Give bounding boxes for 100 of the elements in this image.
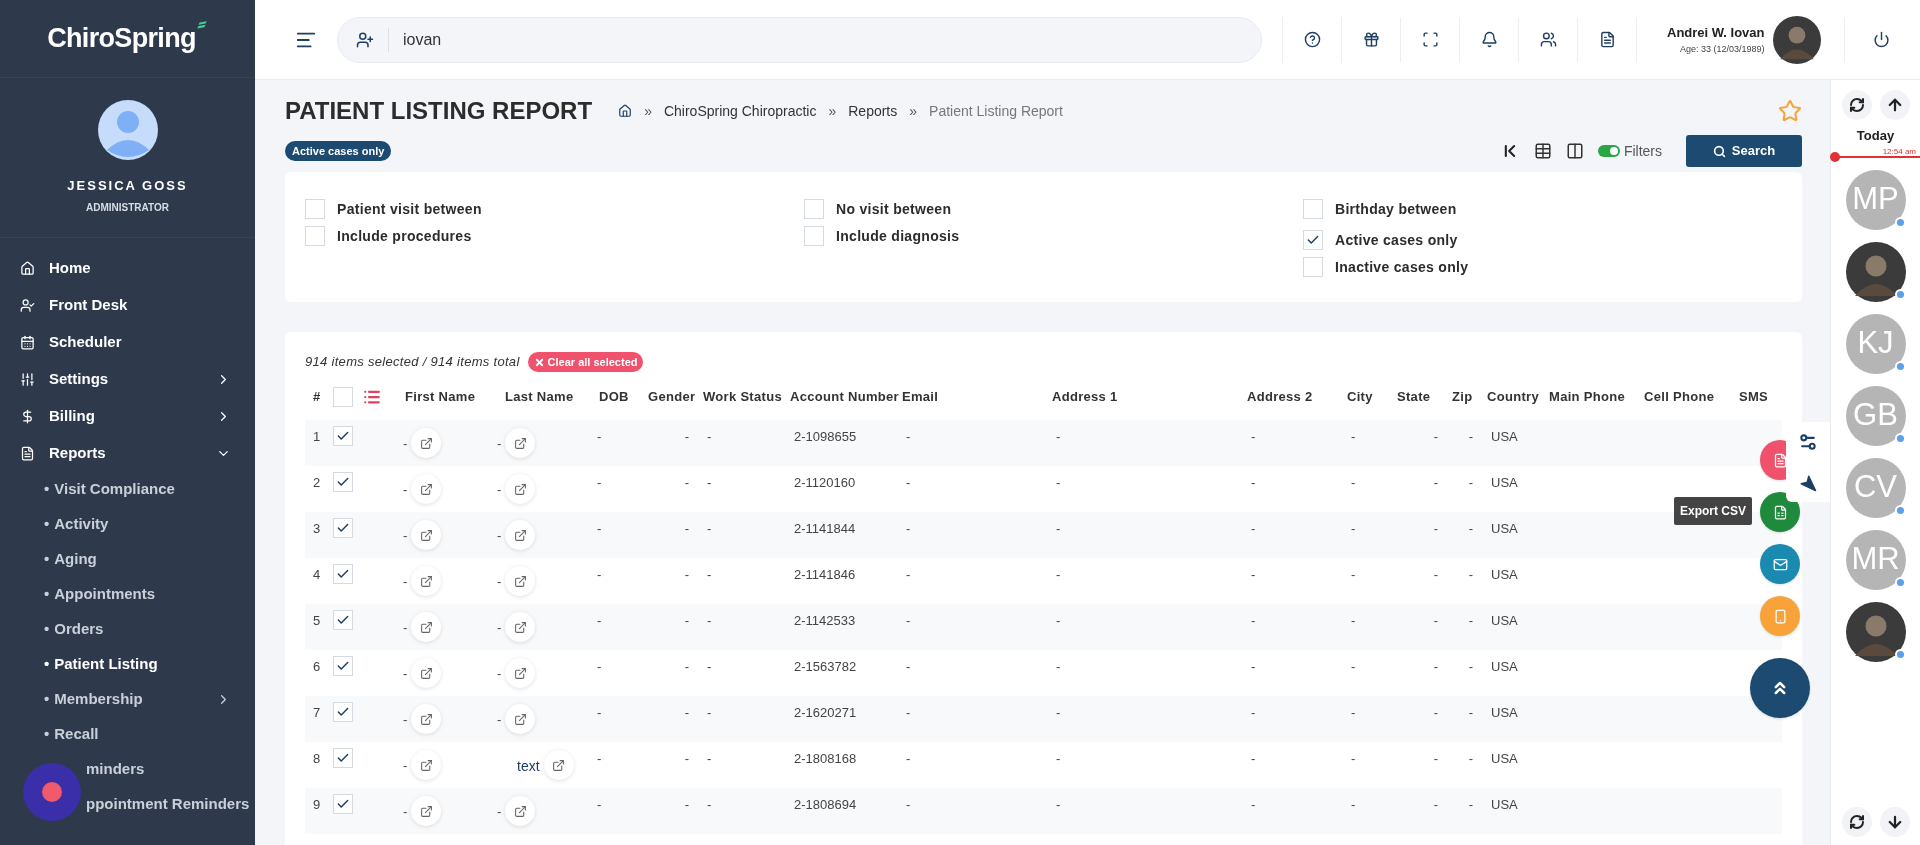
checkbox[interactable] bbox=[333, 610, 353, 630]
filters-toggle[interactable]: Filters bbox=[1597, 140, 1662, 162]
nav-item[interactable]: Reports bbox=[0, 435, 255, 472]
close-icon bbox=[533, 356, 545, 368]
home-icon[interactable] bbox=[618, 104, 633, 118]
open-link-button[interactable] bbox=[411, 566, 442, 596]
nav-subitem[interactable]: • Activity bbox=[0, 507, 255, 542]
breadcrumb-link[interactable]: Reports bbox=[848, 100, 898, 122]
star-icon[interactable] bbox=[1778, 99, 1802, 123]
filter-label: Include procedures bbox=[337, 226, 472, 246]
open-link-button[interactable] bbox=[411, 428, 442, 458]
checkbox[interactable] bbox=[305, 199, 325, 219]
nav-item[interactable]: Settings bbox=[0, 361, 255, 398]
check-icon bbox=[336, 613, 350, 627]
checkbox[interactable] bbox=[333, 472, 353, 492]
bullet: • bbox=[44, 479, 50, 500]
checkbox[interactable] bbox=[1303, 199, 1323, 219]
checkbox[interactable] bbox=[333, 387, 353, 407]
nav-subitem-label: minders bbox=[86, 759, 146, 780]
refresh-icon[interactable] bbox=[1848, 814, 1865, 830]
external-link-icon bbox=[419, 712, 433, 726]
checkbox[interactable] bbox=[1303, 257, 1323, 277]
table-cell-text: - bbox=[403, 435, 408, 453]
document-icon[interactable] bbox=[1598, 31, 1616, 48]
header-user-name: Andrei W. Iovan bbox=[1667, 24, 1765, 42]
table-view-icon[interactable] bbox=[1533, 142, 1552, 160]
column-header: # bbox=[312, 388, 322, 407]
checkbox[interactable] bbox=[333, 794, 353, 814]
breadcrumb-link[interactable]: ChiroSpring Chiropractic bbox=[663, 100, 817, 122]
avatar-icon bbox=[1845, 601, 1906, 662]
checkbox[interactable] bbox=[333, 426, 353, 446]
help-icon[interactable] bbox=[1303, 31, 1321, 48]
table-cell-text: - bbox=[1250, 428, 1257, 446]
open-link-button[interactable] bbox=[505, 566, 536, 596]
nav-subitem[interactable]: • Appointments bbox=[0, 577, 255, 612]
checkbox[interactable] bbox=[333, 702, 353, 722]
table-cell-text: - bbox=[1250, 658, 1257, 676]
columns-icon[interactable] bbox=[1565, 142, 1584, 160]
nav-subitem[interactable]: minders bbox=[0, 752, 255, 787]
pointer-icon[interactable] bbox=[1799, 474, 1817, 492]
table-cell-text: - bbox=[1055, 566, 1062, 584]
open-link-button[interactable] bbox=[411, 474, 442, 504]
open-link-button[interactable] bbox=[505, 520, 536, 550]
search-field[interactable]: iovan bbox=[337, 16, 1262, 63]
nav-subitem[interactable]: • Visit Compliance bbox=[0, 472, 255, 507]
checkbox[interactable] bbox=[333, 748, 353, 768]
table-cell-text: - bbox=[1250, 750, 1257, 768]
checkbox[interactable] bbox=[333, 518, 353, 538]
nav-subitem[interactable]: • Recall bbox=[0, 717, 255, 752]
table-cell-text: - bbox=[905, 658, 912, 676]
table-cell-text: - bbox=[1467, 474, 1474, 492]
open-link-button[interactable] bbox=[411, 658, 442, 688]
checkbox[interactable] bbox=[333, 564, 353, 584]
brand-logo[interactable]: ChiroSpring bbox=[47, 18, 196, 59]
list-icon[interactable] bbox=[363, 388, 381, 406]
checkbox[interactable] bbox=[1303, 230, 1323, 250]
nav-subitem[interactable]: • Membership bbox=[0, 682, 255, 717]
open-link-button[interactable] bbox=[543, 750, 574, 780]
nav-subitem[interactable]: • Patient Listing bbox=[0, 647, 255, 682]
open-link-button[interactable] bbox=[505, 428, 536, 458]
nav-subitem[interactable]: • Aging bbox=[0, 542, 255, 577]
sliders-icon bbox=[20, 372, 35, 387]
checkbox[interactable] bbox=[333, 656, 353, 676]
search-icon bbox=[1712, 144, 1726, 158]
open-link-button[interactable] bbox=[505, 612, 536, 642]
nav-subitem[interactable]: • Orders bbox=[0, 612, 255, 647]
open-link-button[interactable] bbox=[505, 796, 536, 826]
table-cell-text: - bbox=[1432, 704, 1439, 722]
nav-subitem[interactable]: ppointment Reminders bbox=[0, 787, 255, 822]
open-link-button[interactable] bbox=[505, 474, 536, 504]
nav-item[interactable]: Billing bbox=[0, 398, 255, 435]
bell-icon[interactable] bbox=[1480, 31, 1498, 48]
table-cell-text: - bbox=[1432, 658, 1439, 676]
time-label: 12:54 am bbox=[1882, 145, 1916, 158]
search-button[interactable]: Search bbox=[1686, 135, 1802, 167]
checkbox[interactable] bbox=[804, 199, 824, 219]
table-cell-text: - bbox=[1250, 704, 1257, 722]
fullscreen-icon[interactable] bbox=[1421, 31, 1439, 48]
checkbox[interactable] bbox=[305, 226, 325, 246]
nav-subitem-label: Patient Listing bbox=[54, 654, 159, 675]
open-link-button[interactable] bbox=[411, 796, 442, 826]
open-link-button[interactable] bbox=[505, 658, 536, 688]
table-cell-text: - bbox=[1467, 750, 1474, 768]
users-icon[interactable] bbox=[1539, 31, 1557, 48]
gift-icon[interactable] bbox=[1362, 31, 1380, 48]
open-link-button[interactable] bbox=[411, 704, 442, 734]
nav-item[interactable]: Home bbox=[0, 250, 255, 287]
refresh-icon[interactable] bbox=[1848, 97, 1865, 113]
checkbox[interactable] bbox=[804, 226, 824, 246]
phone-icon bbox=[1772, 608, 1788, 624]
nav-item[interactable]: Front Desk bbox=[0, 287, 255, 324]
open-link-button[interactable] bbox=[411, 750, 442, 780]
table-cell-text: - bbox=[1350, 428, 1357, 446]
table-cell-text: text bbox=[517, 757, 540, 776]
open-link-button[interactable] bbox=[411, 612, 442, 642]
open-link-button[interactable] bbox=[411, 520, 442, 550]
power-icon[interactable] bbox=[1873, 31, 1890, 48]
nav-item[interactable]: Scheduler bbox=[0, 324, 255, 361]
table-cell-text: - bbox=[905, 474, 912, 492]
open-link-button[interactable] bbox=[505, 704, 536, 734]
